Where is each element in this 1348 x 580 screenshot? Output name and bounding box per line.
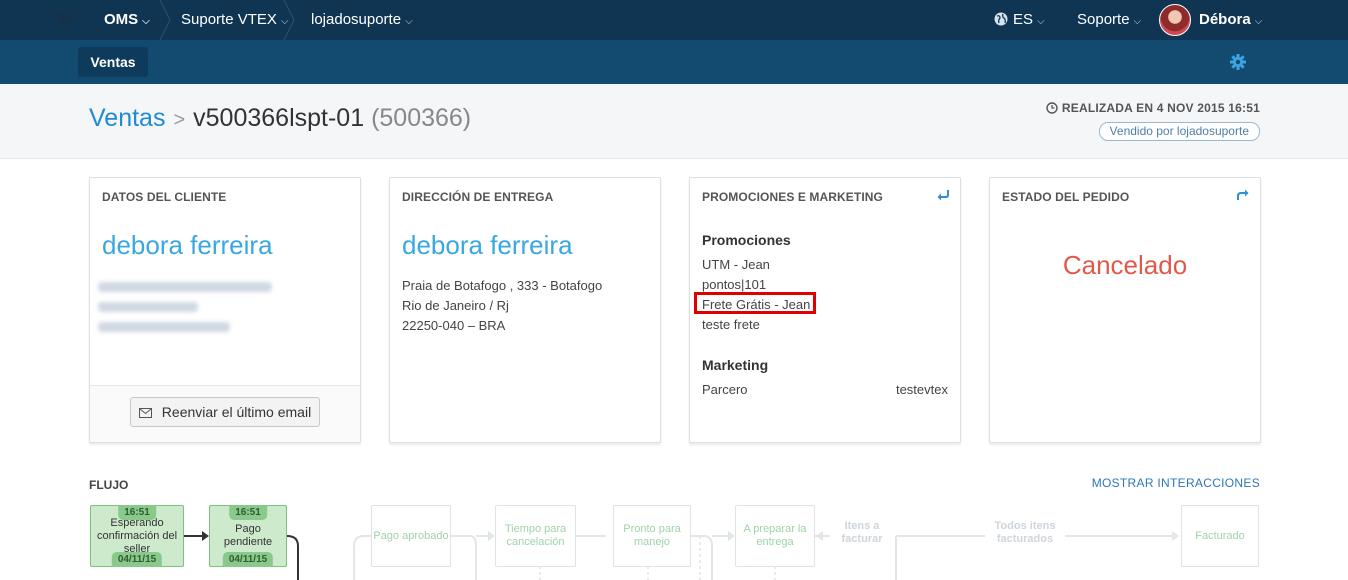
envelope-icon bbox=[138, 408, 152, 418]
order-id: v500366lspt-01 bbox=[193, 104, 365, 132]
flow-step-itens-facturar: Itens a facturar bbox=[841, 520, 883, 545]
flow-step-preparar-entrega[interactable]: A preparar la entrega bbox=[735, 505, 815, 567]
chevron-down-icon: ⌵ bbox=[1037, 16, 1045, 27]
promotion-item: teste frete bbox=[702, 317, 760, 332]
flow-step-facturado[interactable]: Facturado bbox=[1181, 505, 1259, 567]
vtex-logo-icon[interactable] bbox=[56, 12, 74, 28]
order-created-at: REALIZADA EN 4 NOV 2015 16:51 bbox=[1046, 101, 1260, 115]
promotions-heading: Promociones bbox=[702, 232, 791, 248]
chevron-down-icon: ⌵ bbox=[405, 16, 413, 27]
seller-badge[interactable]: Vendido por lojadosuporte bbox=[1098, 122, 1260, 141]
store-menu[interactable]: lojadosuporte ⌵ bbox=[311, 0, 413, 40]
card-title: DIRECCIÓN DE ENTREGA bbox=[402, 190, 554, 204]
flow-step-date: 04/11/15 bbox=[111, 552, 163, 567]
user-menu[interactable]: Débora ⌵ bbox=[1159, 0, 1262, 40]
oms-menu[interactable]: OMS ⌵ bbox=[104, 0, 150, 40]
flow-step-label: Pago pendiente bbox=[223, 523, 273, 548]
promotions-card: PROMOCIONES E MARKETING Promociones UTM … bbox=[689, 177, 961, 443]
clock-icon bbox=[1046, 102, 1058, 114]
status-badge: Cancelado bbox=[1062, 250, 1188, 280]
globe-icon bbox=[994, 12, 1008, 26]
language-menu[interactable]: ES ⌵ bbox=[994, 0, 1045, 40]
tab-ventas[interactable]: Ventas bbox=[78, 47, 148, 77]
breadcrumb-ventas-link[interactable]: Ventas bbox=[89, 104, 165, 132]
flow-title: FLUJO bbox=[89, 478, 129, 492]
customer-card: DATOS DEL CLIENTE debora ferreira Reenvi… bbox=[89, 177, 361, 443]
recipient-name: debora ferreira bbox=[402, 230, 573, 260]
flow-step-label: Esperando confirmación del seller bbox=[96, 516, 178, 555]
breadcrumb-separator-icon bbox=[159, 0, 171, 40]
delivery-card: DIRECCIÓN DE ENTREGA debora ferreira Pra… bbox=[389, 177, 661, 443]
page-title: Ventas > v500366lspt-01 (500366) bbox=[89, 104, 471, 133]
card-title: PROMOCIONES E MARKETING bbox=[702, 190, 883, 204]
blurred-phone bbox=[98, 302, 198, 312]
chevron-down-icon: ⌵ bbox=[1254, 16, 1263, 27]
delivery-address: Praia de Botafogo , 333 - Botafogo Rio d… bbox=[402, 276, 602, 336]
flow-step-pago-pendiente[interactable]: 16:51 Pago pendiente 04/11/15 bbox=[209, 505, 287, 567]
support-menu[interactable]: Soporte ⌵ bbox=[1077, 0, 1141, 40]
order-sequence: (500366) bbox=[371, 104, 472, 132]
order-status-card: ESTADO DEL PEDIDO Cancelado bbox=[989, 177, 1261, 443]
address-line-3: 22250-040 – BRA bbox=[402, 318, 506, 333]
user-name: Débora bbox=[1199, 11, 1251, 29]
chevron-down-icon: ⌵ bbox=[142, 16, 150, 27]
marketing-value: testevtex bbox=[895, 382, 948, 397]
top-bar: OMS ⌵ Suporte VTEX ⌵ lojadosuporte ⌵ ES ⌵ So… bbox=[0, 0, 1348, 40]
flow-step-pronto-manejo[interactable]: Pronto para manejo bbox=[613, 505, 691, 567]
marketing-heading: Marketing bbox=[702, 357, 769, 373]
reply-icon[interactable] bbox=[936, 188, 950, 202]
account-label: Suporte VTEX bbox=[181, 11, 277, 28]
account-menu[interactable]: Suporte VTEX ⌵ bbox=[181, 0, 288, 40]
highlight-box bbox=[694, 292, 816, 314]
blurred-document bbox=[98, 322, 230, 332]
card-title: ESTADO DEL PEDIDO bbox=[1002, 190, 1130, 204]
resend-email-label: Reenviar el último email bbox=[161, 404, 312, 420]
flow-step-time: 16:51 bbox=[229, 505, 267, 520]
avatar bbox=[1159, 4, 1191, 37]
flow-step-tiempo-cancelacion[interactable]: Tiempo para cancelación bbox=[495, 505, 576, 567]
blurred-email bbox=[98, 282, 272, 292]
address-line-2: Rio de Janeiro / Rj bbox=[402, 298, 509, 313]
breadcrumb-separator-icon bbox=[283, 0, 295, 40]
flow-step-todos-facturados: Todos itens facturados bbox=[985, 520, 1065, 546]
customer-name: debora ferreira bbox=[102, 230, 273, 260]
chevron-down-icon: ⌵ bbox=[1133, 16, 1142, 27]
store-label: lojadosuporte bbox=[311, 11, 402, 28]
flow-step-esperando[interactable]: 16:51 Esperando confirmación del seller … bbox=[90, 505, 184, 567]
card-title: DATOS DEL CLIENTE bbox=[102, 190, 227, 204]
support-label: Soporte bbox=[1077, 11, 1130, 28]
promotion-item: pontos|101 bbox=[702, 277, 767, 292]
language-label: ES bbox=[1013, 11, 1034, 28]
flow-step-date: 04/11/15 bbox=[222, 552, 274, 567]
oms-label: OMS bbox=[104, 11, 139, 28]
flow-step-time: 16:51 bbox=[118, 505, 156, 520]
show-interactions-link[interactable]: MOSTRAR INTERACCIONES bbox=[1092, 476, 1260, 490]
gear-icon[interactable] bbox=[1230, 54, 1246, 70]
resend-email-button[interactable]: Reenviar el último email bbox=[130, 397, 320, 427]
promotion-item: UTM - Jean bbox=[702, 257, 770, 272]
address-line-1: Praia de Botafogo , 333 - Botafogo bbox=[402, 278, 603, 293]
order-created-text: REALIZADA EN 4 NOV 2015 16:51 bbox=[1061, 101, 1260, 115]
share-icon[interactable] bbox=[1236, 188, 1250, 202]
flow-step-pago-aprobado[interactable]: Pago aprobado bbox=[371, 505, 451, 567]
marketing-key: Parcero bbox=[702, 382, 748, 397]
sub-nav-bar bbox=[0, 40, 1348, 84]
card-footer: Reenviar el último email bbox=[90, 385, 360, 442]
chevron-right-icon: > bbox=[173, 109, 186, 131]
